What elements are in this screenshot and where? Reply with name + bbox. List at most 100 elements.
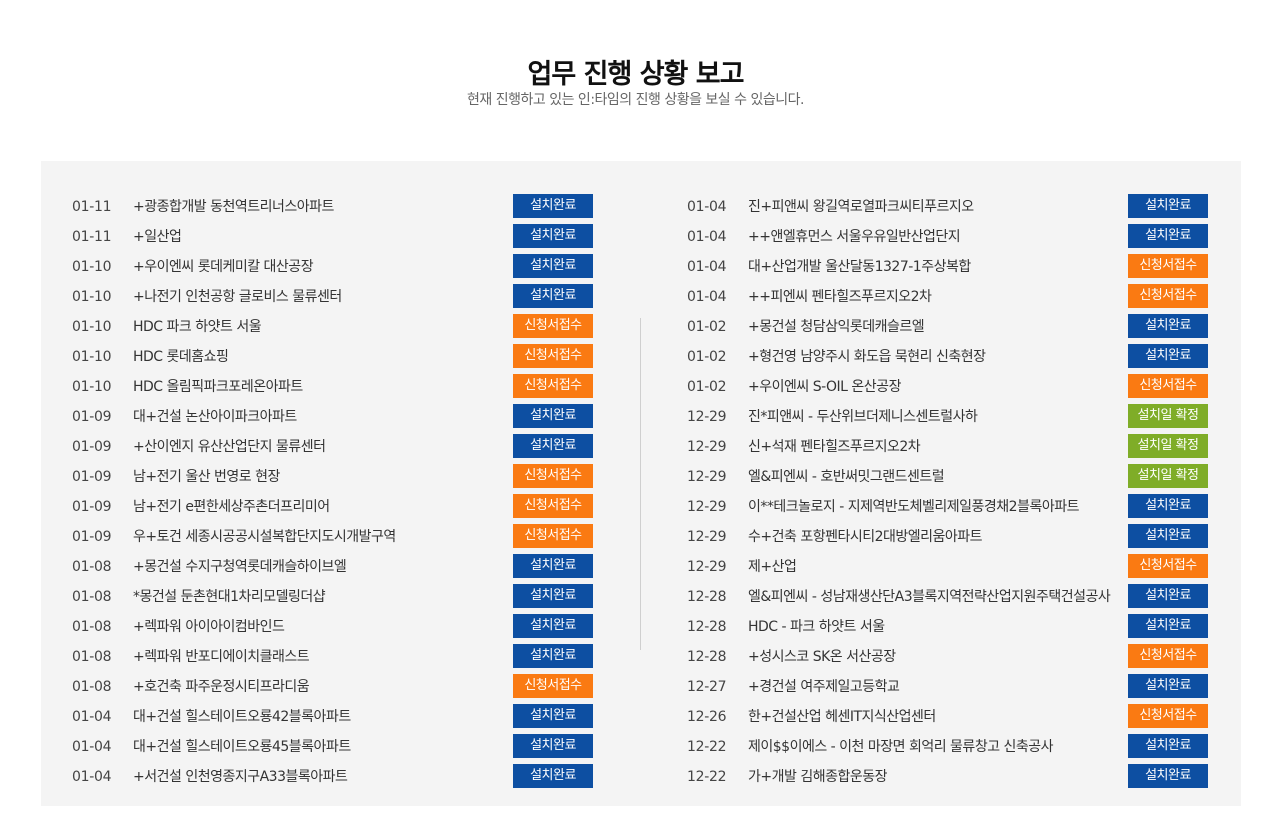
- list-item[interactable]: 01-04 대+산업개발 울산달동1327-1주상복합 신청서접수: [687, 254, 1222, 284]
- list-item[interactable]: 01-04 대+건설 힐스테이트오룡45블록아파트 설치완료: [72, 734, 607, 764]
- item-title[interactable]: +서건설 인천영종지구A33블록아파트: [133, 764, 503, 790]
- item-title[interactable]: 제+산업: [748, 554, 1118, 580]
- status-badge: 설치완료: [1128, 674, 1208, 698]
- list-item[interactable]: 12-22 제이$$이에스 - 이천 마장면 회억리 물류창고 신축공사 설치완료: [687, 734, 1222, 764]
- list-item[interactable]: 01-09 +산이엔지 유산산업단지 물류센터 설치완료: [72, 434, 607, 464]
- item-title[interactable]: HDC 올림픽파크포레온아파트: [133, 374, 503, 400]
- list-item[interactable]: 01-09 남+전기 울산 번영로 현장 신청서접수: [72, 464, 607, 494]
- item-title[interactable]: 우+토건 세종시공공시설복합단지도시개발구역: [133, 524, 503, 550]
- list-item[interactable]: 01-04 ++피엔씨 펜타힐즈푸르지오2차 신청서접수: [687, 284, 1222, 314]
- list-item[interactable]: 01-02 +형건영 남양주시 화도읍 묵현리 신축현장 설치완료: [687, 344, 1222, 374]
- item-title[interactable]: 수+건축 포항펜타시티2대방엘리움아파트: [748, 524, 1118, 550]
- status-badge: 신청서접수: [1128, 254, 1208, 278]
- list-item[interactable]: 01-04 +서건설 인천영종지구A33블록아파트 설치완료: [72, 764, 607, 794]
- item-title[interactable]: +몽건설 청담삼익롯데캐슬르엘: [748, 314, 1118, 340]
- item-title[interactable]: 한+건설산업 헤센IT지식산업센터: [748, 704, 1118, 730]
- item-date: 01-09: [72, 439, 112, 455]
- item-date: 01-04: [72, 739, 112, 755]
- list-item[interactable]: 01-04 ++앤엘휴먼스 서울우유일반산업단지 설치완료: [687, 224, 1222, 254]
- item-title[interactable]: 엘&피엔씨 - 호반써밋그랜드센트럴: [748, 464, 1118, 490]
- item-title[interactable]: 가+개발 김해종합운동장: [748, 764, 1118, 790]
- list-item[interactable]: 01-10 +나전기 인천공항 글로비스 물류센터 설치완료: [72, 284, 607, 314]
- item-title[interactable]: +몽건설 수지구청역롯데캐슬하이브엘: [133, 554, 503, 580]
- item-title[interactable]: HDC 파크 하얏트 서울: [133, 314, 503, 340]
- item-title[interactable]: +호건축 파주운정시티프라디움: [133, 674, 503, 700]
- list-item[interactable]: 12-29 제+산업 신청서접수: [687, 554, 1222, 584]
- item-title[interactable]: +우이엔씨 롯데케미칼 대산공장: [133, 254, 503, 280]
- item-title[interactable]: +렉파워 아이아이컴바인드: [133, 614, 503, 640]
- status-badge: 신청서접수: [513, 494, 593, 518]
- item-title[interactable]: 진+피앤씨 왕길역로열파크씨티푸르지오: [748, 194, 1118, 220]
- list-item[interactable]: 01-10 HDC 파크 하얏트 서울 신청서접수: [72, 314, 607, 344]
- status-badge: 설치완료: [1128, 314, 1208, 338]
- item-title[interactable]: 남+전기 e편한세상주촌더프리미어: [133, 494, 503, 520]
- list-item[interactable]: 01-08 +몽건설 수지구청역롯데캐슬하이브엘 설치완료: [72, 554, 607, 584]
- item-title[interactable]: HDC - 파크 하얏트 서울: [748, 614, 1118, 640]
- status-badge: 설치완료: [513, 194, 593, 218]
- list-item[interactable]: 12-29 수+건축 포항펜타시티2대방엘리움아파트 설치완료: [687, 524, 1222, 554]
- item-title[interactable]: HDC 롯데홈쇼핑: [133, 344, 503, 370]
- status-badge: 설치완료: [513, 434, 593, 458]
- item-title[interactable]: +나전기 인천공항 글로비스 물류센터: [133, 284, 503, 310]
- status-badge: 설치완료: [513, 284, 593, 308]
- list-item[interactable]: 12-28 +성시스코 SK온 서산공장 신청서접수: [687, 644, 1222, 674]
- item-title[interactable]: 제이$$이에스 - 이천 마장면 회억리 물류창고 신축공사: [748, 734, 1118, 760]
- list-item[interactable]: 01-10 +우이엔씨 롯데케미칼 대산공장 설치완료: [72, 254, 607, 284]
- item-title[interactable]: ++피엔씨 펜타힐즈푸르지오2차: [748, 284, 1118, 310]
- item-title[interactable]: 대+산업개발 울산달동1327-1주상복합: [748, 254, 1118, 280]
- list-item[interactable]: 01-08 +호건축 파주운정시티프라디움 신청서접수: [72, 674, 607, 704]
- list-item[interactable]: 01-04 대+건설 힐스테이트오룡42블록아파트 설치완료: [72, 704, 607, 734]
- item-title[interactable]: +광종합개발 동천역트리너스아파트: [133, 194, 503, 220]
- list-item[interactable]: 01-09 대+건설 논산아이파크아파트 설치완료: [72, 404, 607, 434]
- list-item[interactable]: 01-11 +일산업 설치완료: [72, 224, 607, 254]
- item-date: 12-26: [687, 709, 727, 725]
- column-divider: [640, 318, 641, 650]
- item-title[interactable]: +경건설 여주제일고등학교: [748, 674, 1118, 700]
- list-item[interactable]: 12-27 +경건설 여주제일고등학교 설치완료: [687, 674, 1222, 704]
- item-title[interactable]: 대+건설 힐스테이트오룡42블록아파트: [133, 704, 503, 730]
- item-title[interactable]: 대+건설 논산아이파크아파트: [133, 404, 503, 430]
- item-title[interactable]: 엘&피엔씨 - 성남재생산단A3블록지역전략산업지원주택건설공사: [748, 584, 1118, 610]
- list-item[interactable]: 01-10 HDC 올림픽파크포레온아파트 신청서접수: [72, 374, 607, 404]
- list-item[interactable]: 01-09 남+전기 e편한세상주촌더프리미어 신청서접수: [72, 494, 607, 524]
- status-badge: 설치완료: [513, 404, 593, 428]
- item-date: 12-28: [687, 649, 727, 665]
- item-date: 01-11: [72, 229, 112, 245]
- list-item[interactable]: 01-02 +몽건설 청담삼익롯데캐슬르엘 설치완료: [687, 314, 1222, 344]
- status-badge: 설치완료: [1128, 584, 1208, 608]
- list-item[interactable]: 01-08 +렉파워 반포디에이치클래스트 설치완료: [72, 644, 607, 674]
- item-title[interactable]: 이**테크놀로지 - 지제역반도체벨리제일풍경채2블록아파트: [748, 494, 1118, 520]
- status-badge: 설치완료: [1128, 764, 1208, 788]
- item-title[interactable]: +산이엔지 유산산업단지 물류센터: [133, 434, 503, 460]
- item-date: 12-22: [687, 739, 727, 755]
- item-title[interactable]: 대+건설 힐스테이트오룡45블록아파트: [133, 734, 503, 760]
- list-item[interactable]: 01-08 +렉파워 아이아이컴바인드 설치완료: [72, 614, 607, 644]
- list-item[interactable]: 12-29 진*피앤씨 - 두산위브더제니스센트럴사하 설치일 확정: [687, 404, 1222, 434]
- status-badge: 설치일 확정: [1128, 464, 1208, 488]
- list-item[interactable]: 01-02 +우이엔씨 S-OIL 온산공장 신청서접수: [687, 374, 1222, 404]
- item-title[interactable]: 남+전기 울산 번영로 현장: [133, 464, 503, 490]
- item-title[interactable]: *몽건설 둔촌현대1차리모델링더샵: [133, 584, 503, 610]
- list-item[interactable]: 12-26 한+건설산업 헤센IT지식산업센터 신청서접수: [687, 704, 1222, 734]
- item-title[interactable]: ++앤엘휴먼스 서울우유일반산업단지: [748, 224, 1118, 250]
- item-title[interactable]: +렉파워 반포디에이치클래스트: [133, 644, 503, 670]
- list-item[interactable]: 12-28 HDC - 파크 하얏트 서울 설치완료: [687, 614, 1222, 644]
- list-item[interactable]: 01-09 우+토건 세종시공공시설복합단지도시개발구역 신청서접수: [72, 524, 607, 554]
- item-title[interactable]: +성시스코 SK온 서산공장: [748, 644, 1118, 670]
- list-item[interactable]: 12-22 가+개발 김해종합운동장 설치완료: [687, 764, 1222, 794]
- item-title[interactable]: +형건영 남양주시 화도읍 묵현리 신축현장: [748, 344, 1118, 370]
- list-item[interactable]: 01-08 *몽건설 둔촌현대1차리모델링더샵 설치완료: [72, 584, 607, 614]
- list-item[interactable]: 12-29 이**테크놀로지 - 지제역반도체벨리제일풍경채2블록아파트 설치완료: [687, 494, 1222, 524]
- list-item[interactable]: 12-29 엘&피엔씨 - 호반써밋그랜드센트럴 설치일 확정: [687, 464, 1222, 494]
- list-item[interactable]: 12-28 엘&피엔씨 - 성남재생산단A3블록지역전략산업지원주택건설공사 설치완…: [687, 584, 1222, 614]
- list-item[interactable]: 01-10 HDC 롯데홈쇼핑 신청서접수: [72, 344, 607, 374]
- item-title[interactable]: 신+석재 펜타힐즈푸르지오2차: [748, 434, 1118, 460]
- list-item[interactable]: 01-11 +광종합개발 동천역트리너스아파트 설치완료: [72, 194, 607, 224]
- item-date: 01-08: [72, 679, 112, 695]
- item-title[interactable]: +우이엔씨 S-OIL 온산공장: [748, 374, 1118, 400]
- item-date: 01-10: [72, 379, 112, 395]
- list-item[interactable]: 12-29 신+석재 펜타힐즈푸르지오2차 설치일 확정: [687, 434, 1222, 464]
- list-item[interactable]: 01-04 진+피앤씨 왕길역로열파크씨티푸르지오 설치완료: [687, 194, 1222, 224]
- item-title[interactable]: 진*피앤씨 - 두산위브더제니스센트럴사하: [748, 404, 1118, 430]
- item-title[interactable]: +일산업: [133, 224, 503, 250]
